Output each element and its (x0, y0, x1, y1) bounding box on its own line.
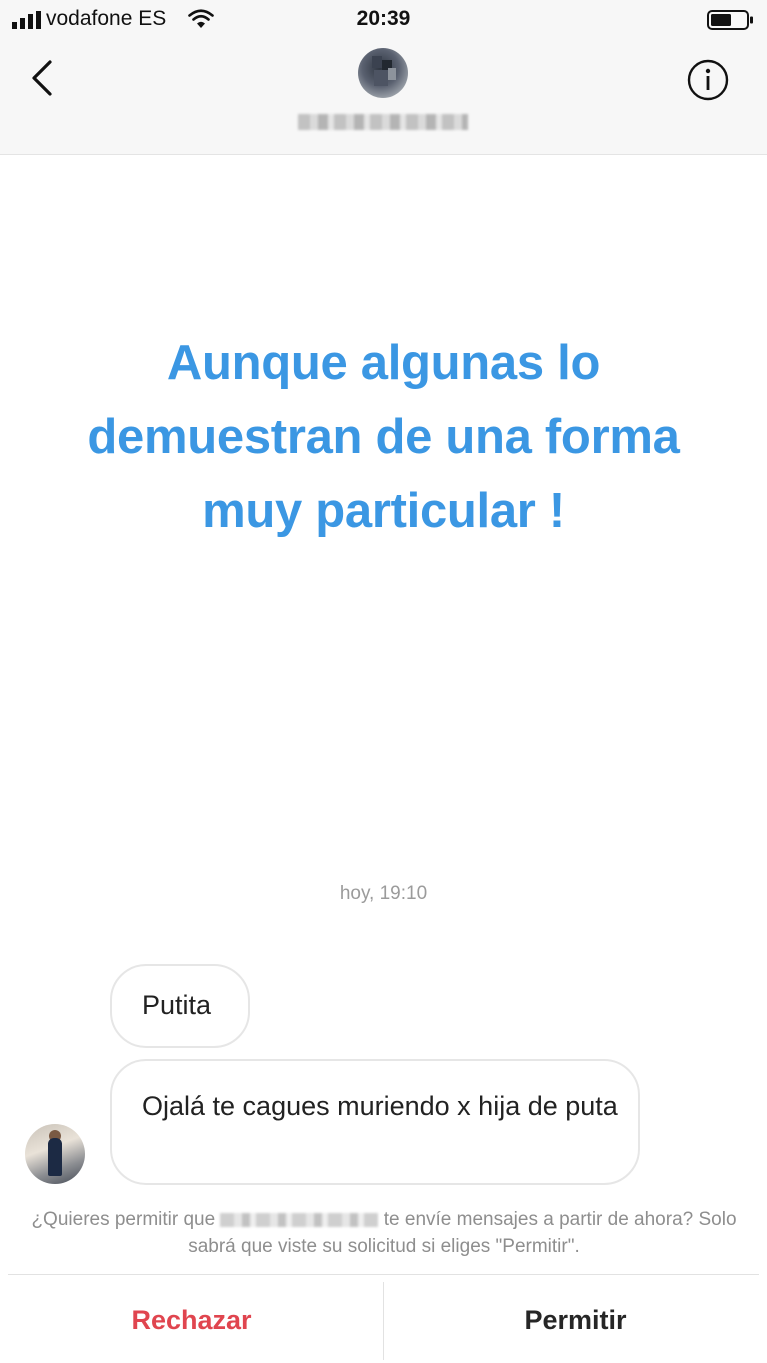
prompt-text-start: ¿Quieres permitir que (31, 1209, 216, 1230)
divider (8, 1274, 759, 1275)
back-chevron-icon[interactable] (28, 58, 56, 98)
allow-button[interactable]: Permitir (384, 1292, 767, 1348)
sender-avatar[interactable] (25, 1124, 85, 1184)
profile-name-blurred[interactable] (298, 114, 468, 130)
status-time: 20:39 (356, 7, 411, 30)
headline-line: muy particular ! (202, 484, 565, 538)
info-icon[interactable] (686, 58, 730, 102)
message-text: Ojalá te cagues muriendo x hija de puta (142, 1091, 618, 1121)
message-bubble[interactable]: Putita (110, 964, 250, 1048)
headline-line: demuestran de una forma (87, 410, 680, 464)
message-text: Putita (142, 990, 212, 1020)
overlay-headline: Aunque algunas lo demuestran de una form… (20, 326, 747, 548)
conversation-header (0, 40, 767, 155)
battery-icon (707, 10, 753, 30)
sender-name-blurred (220, 1212, 379, 1227)
headline-line: Aunque algunas lo (166, 336, 601, 390)
message-timestamp: hoy, 19:10 (339, 883, 428, 904)
status-bar: vodafone ES 20:39 (0, 0, 767, 40)
message-request-prompt: ¿Quieres permitir que te envíe mensajes … (24, 1206, 744, 1260)
message-bubble[interactable]: Ojalá te cagues muriendo x hija de puta (110, 1059, 640, 1185)
reject-button[interactable]: Rechazar (0, 1292, 383, 1348)
profile-avatar[interactable] (358, 48, 408, 98)
